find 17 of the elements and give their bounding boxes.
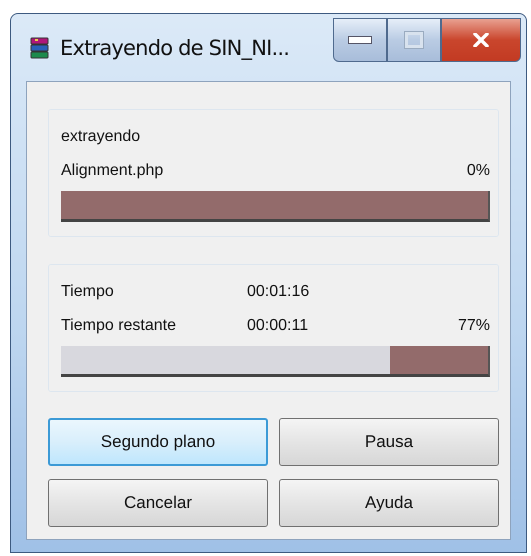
close-button[interactable] [441, 18, 521, 62]
status-label: extrayendo [61, 128, 140, 146]
total-percent: 77% [458, 317, 490, 335]
time-label: Tiempo [61, 283, 115, 301]
time-value: 00:00:11 [247, 317, 308, 335]
time-value: 00:01:16 [247, 283, 310, 301]
dialog-button[interactable]: Ayuda [279, 479, 499, 527]
time-label: Tiempo restante [61, 317, 178, 335]
dialog-button[interactable]: Cancelar [48, 479, 268, 527]
dialog-button[interactable]: Pausa [279, 418, 499, 466]
dialog-button[interactable]: Segundo plano [48, 418, 268, 466]
minimize-button[interactable] [333, 18, 387, 62]
file-percent: 0% [466, 162, 490, 180]
maximize-button[interactable] [387, 18, 441, 62]
close-icon [473, 33, 489, 47]
file-name: Alignment.php [61, 162, 164, 180]
window-title: Extrayendo de SIN_NI... [60, 36, 290, 60]
